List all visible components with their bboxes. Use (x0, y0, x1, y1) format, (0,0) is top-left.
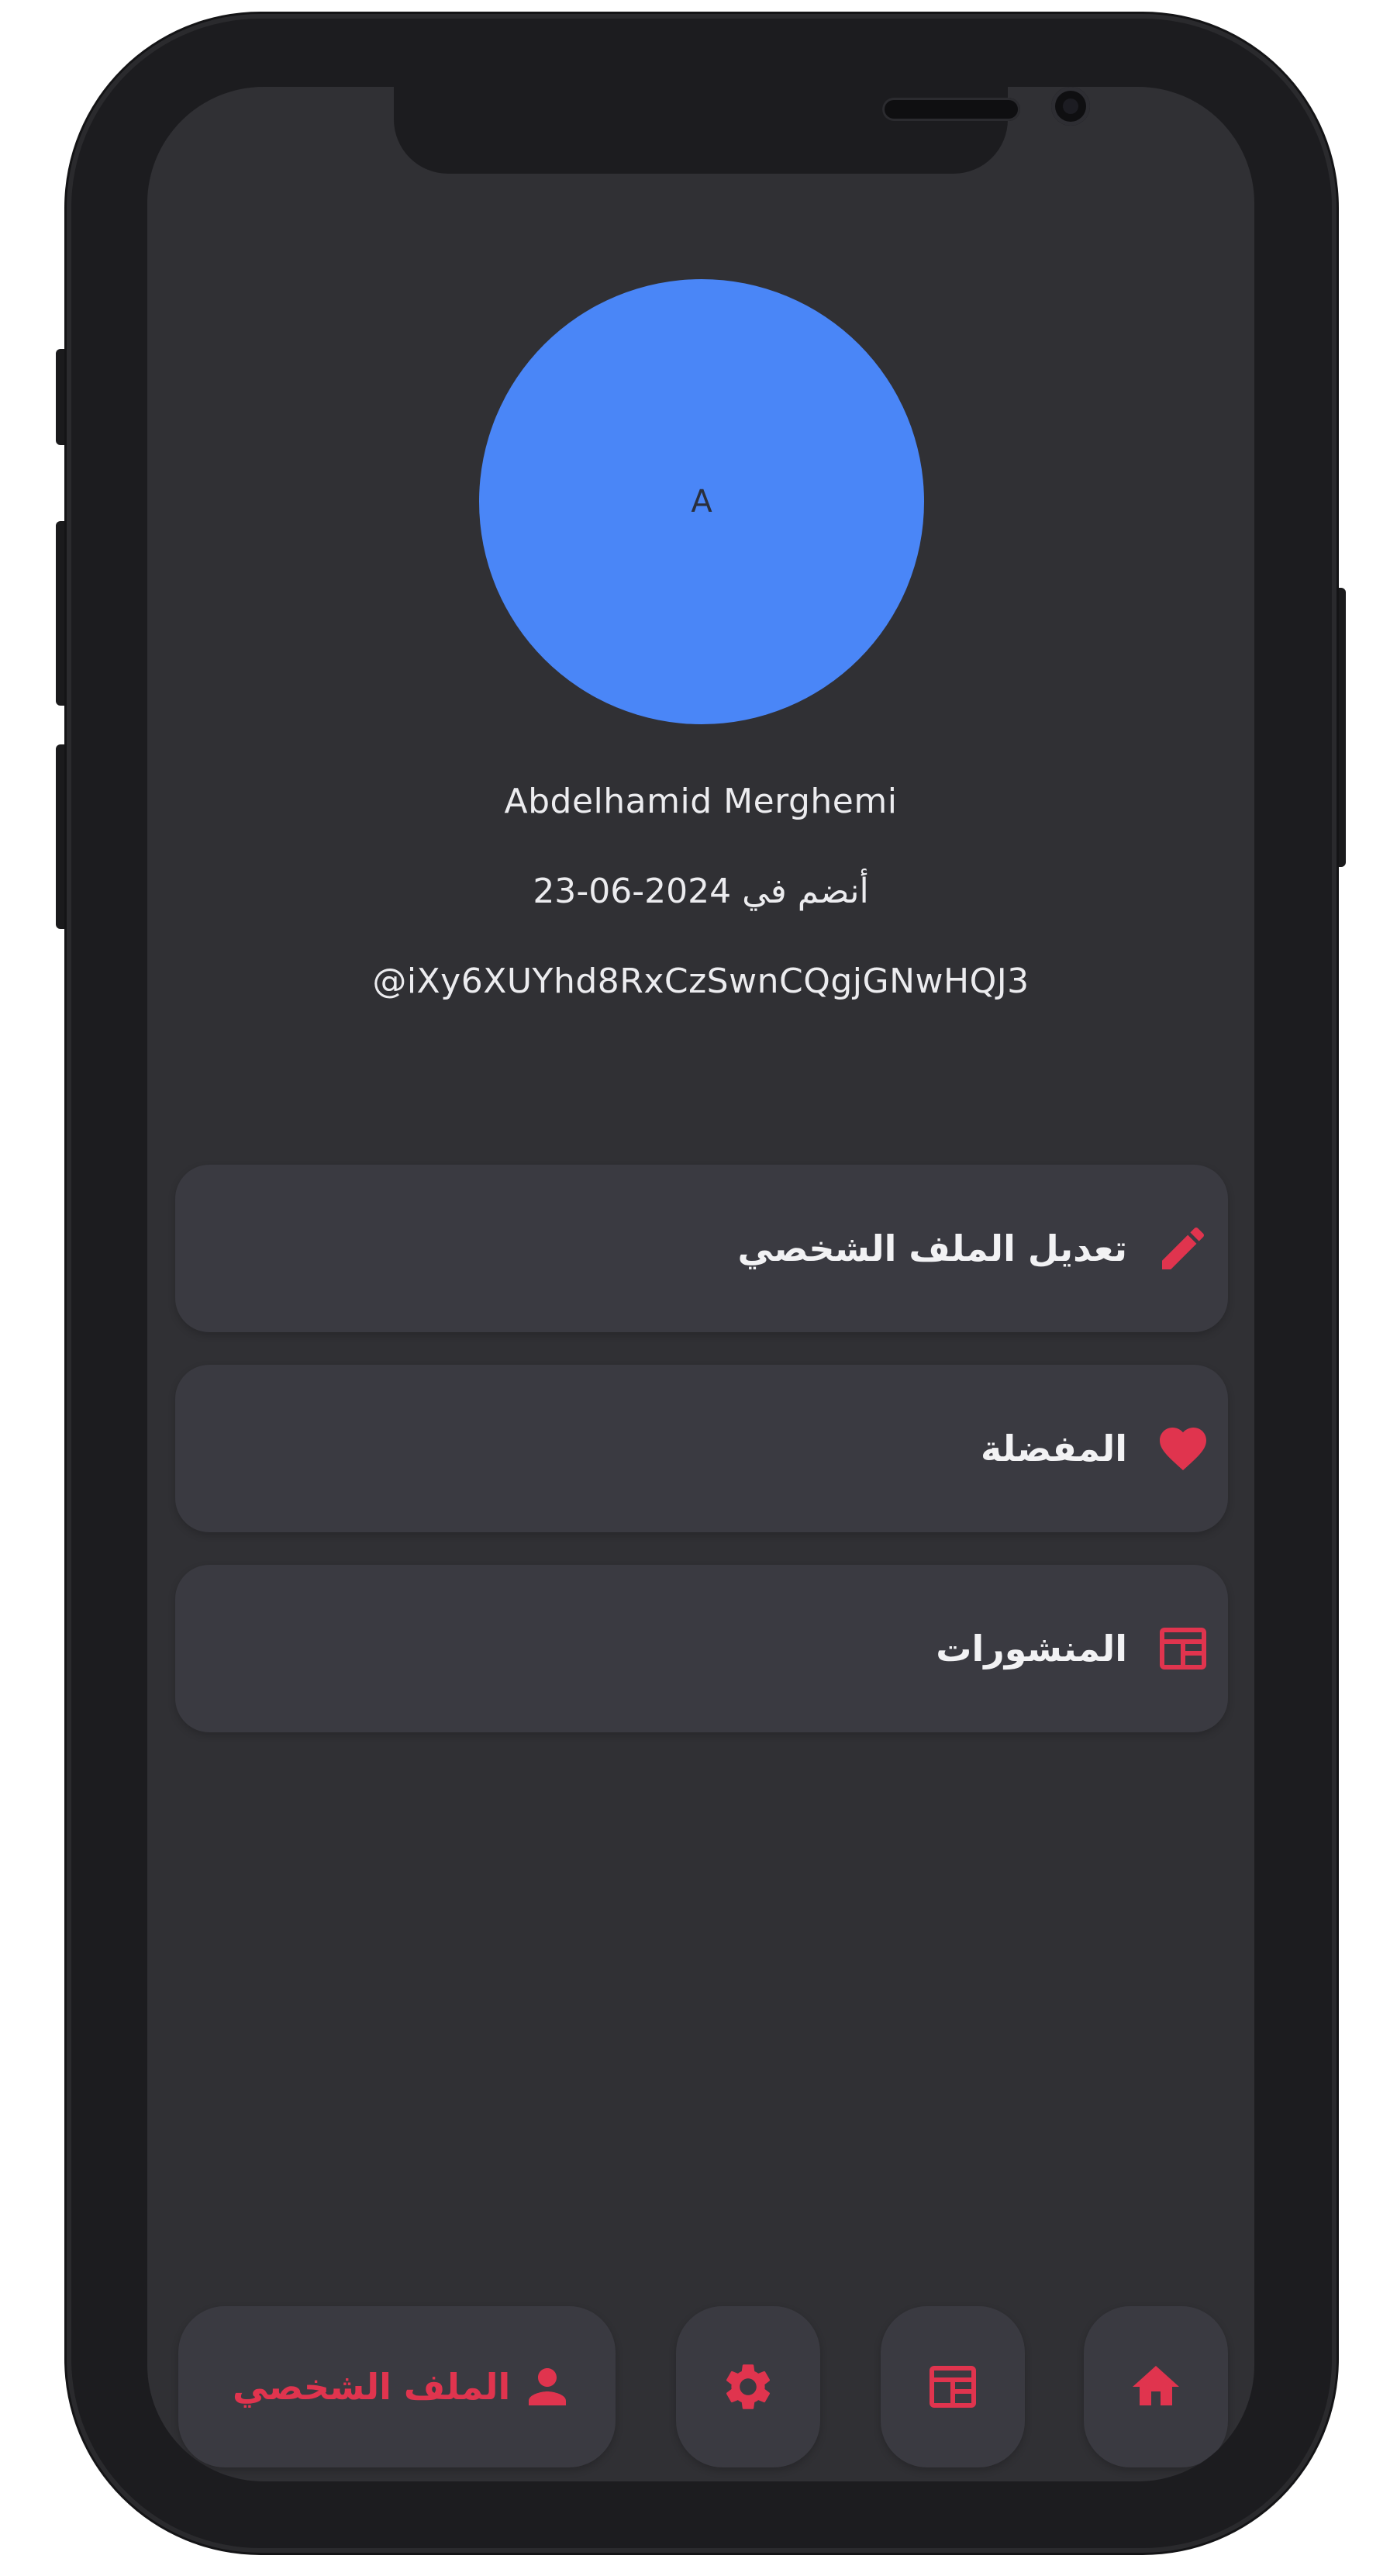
menu-item-posts[interactable]: المنشورات (175, 1565, 1228, 1732)
pencil-icon (1162, 1227, 1205, 1269)
menu-item-label: تعديل الملف الشخصي (737, 1228, 1127, 1269)
menu-item-favorites[interactable]: المفضلة (175, 1365, 1228, 1532)
notch (394, 87, 1090, 174)
gear-icon (726, 2364, 771, 2409)
app-screen: A Abdelhamid Merghemi أنضم في 2024-06-23… (147, 87, 1254, 2481)
menu-item-edit-profile[interactable]: تعديل الملف الشخصي (175, 1165, 1228, 1332)
heart-icon (1160, 1428, 1206, 1471)
front-camera (1051, 87, 1090, 126)
menu-item-label: المفضلة (981, 1428, 1127, 1469)
nav-tab-home[interactable] (1084, 2306, 1228, 2467)
menu-item-label: المنشورات (936, 1628, 1127, 1670)
join-date: أنضم في 2024-06-23 (533, 872, 869, 911)
profile-handle: @iXy6XUYhd8RxCzSwnCQgjGNwHQJ3 (372, 962, 1030, 1001)
speaker-grille (882, 98, 1020, 121)
nav-tab-posts[interactable] (881, 2306, 1025, 2467)
person-icon (529, 2368, 566, 2405)
newspaper-icon (1160, 1628, 1206, 1670)
avatar[interactable]: A (479, 279, 924, 724)
nav-tab-profile[interactable]: الملف الشخصي (178, 2306, 616, 2467)
nav-tab-settings[interactable] (676, 2306, 820, 2467)
newspaper-icon (930, 2366, 976, 2408)
home-icon (1133, 2366, 1179, 2405)
avatar-initial: A (691, 484, 712, 520)
profile-name: Abdelhamid Merghemi (504, 782, 898, 821)
device-mockup: A Abdelhamid Merghemi أنضم في 2024-06-23… (0, 0, 1390, 2576)
nav-tab-label: الملف الشخصي (233, 2366, 511, 2408)
